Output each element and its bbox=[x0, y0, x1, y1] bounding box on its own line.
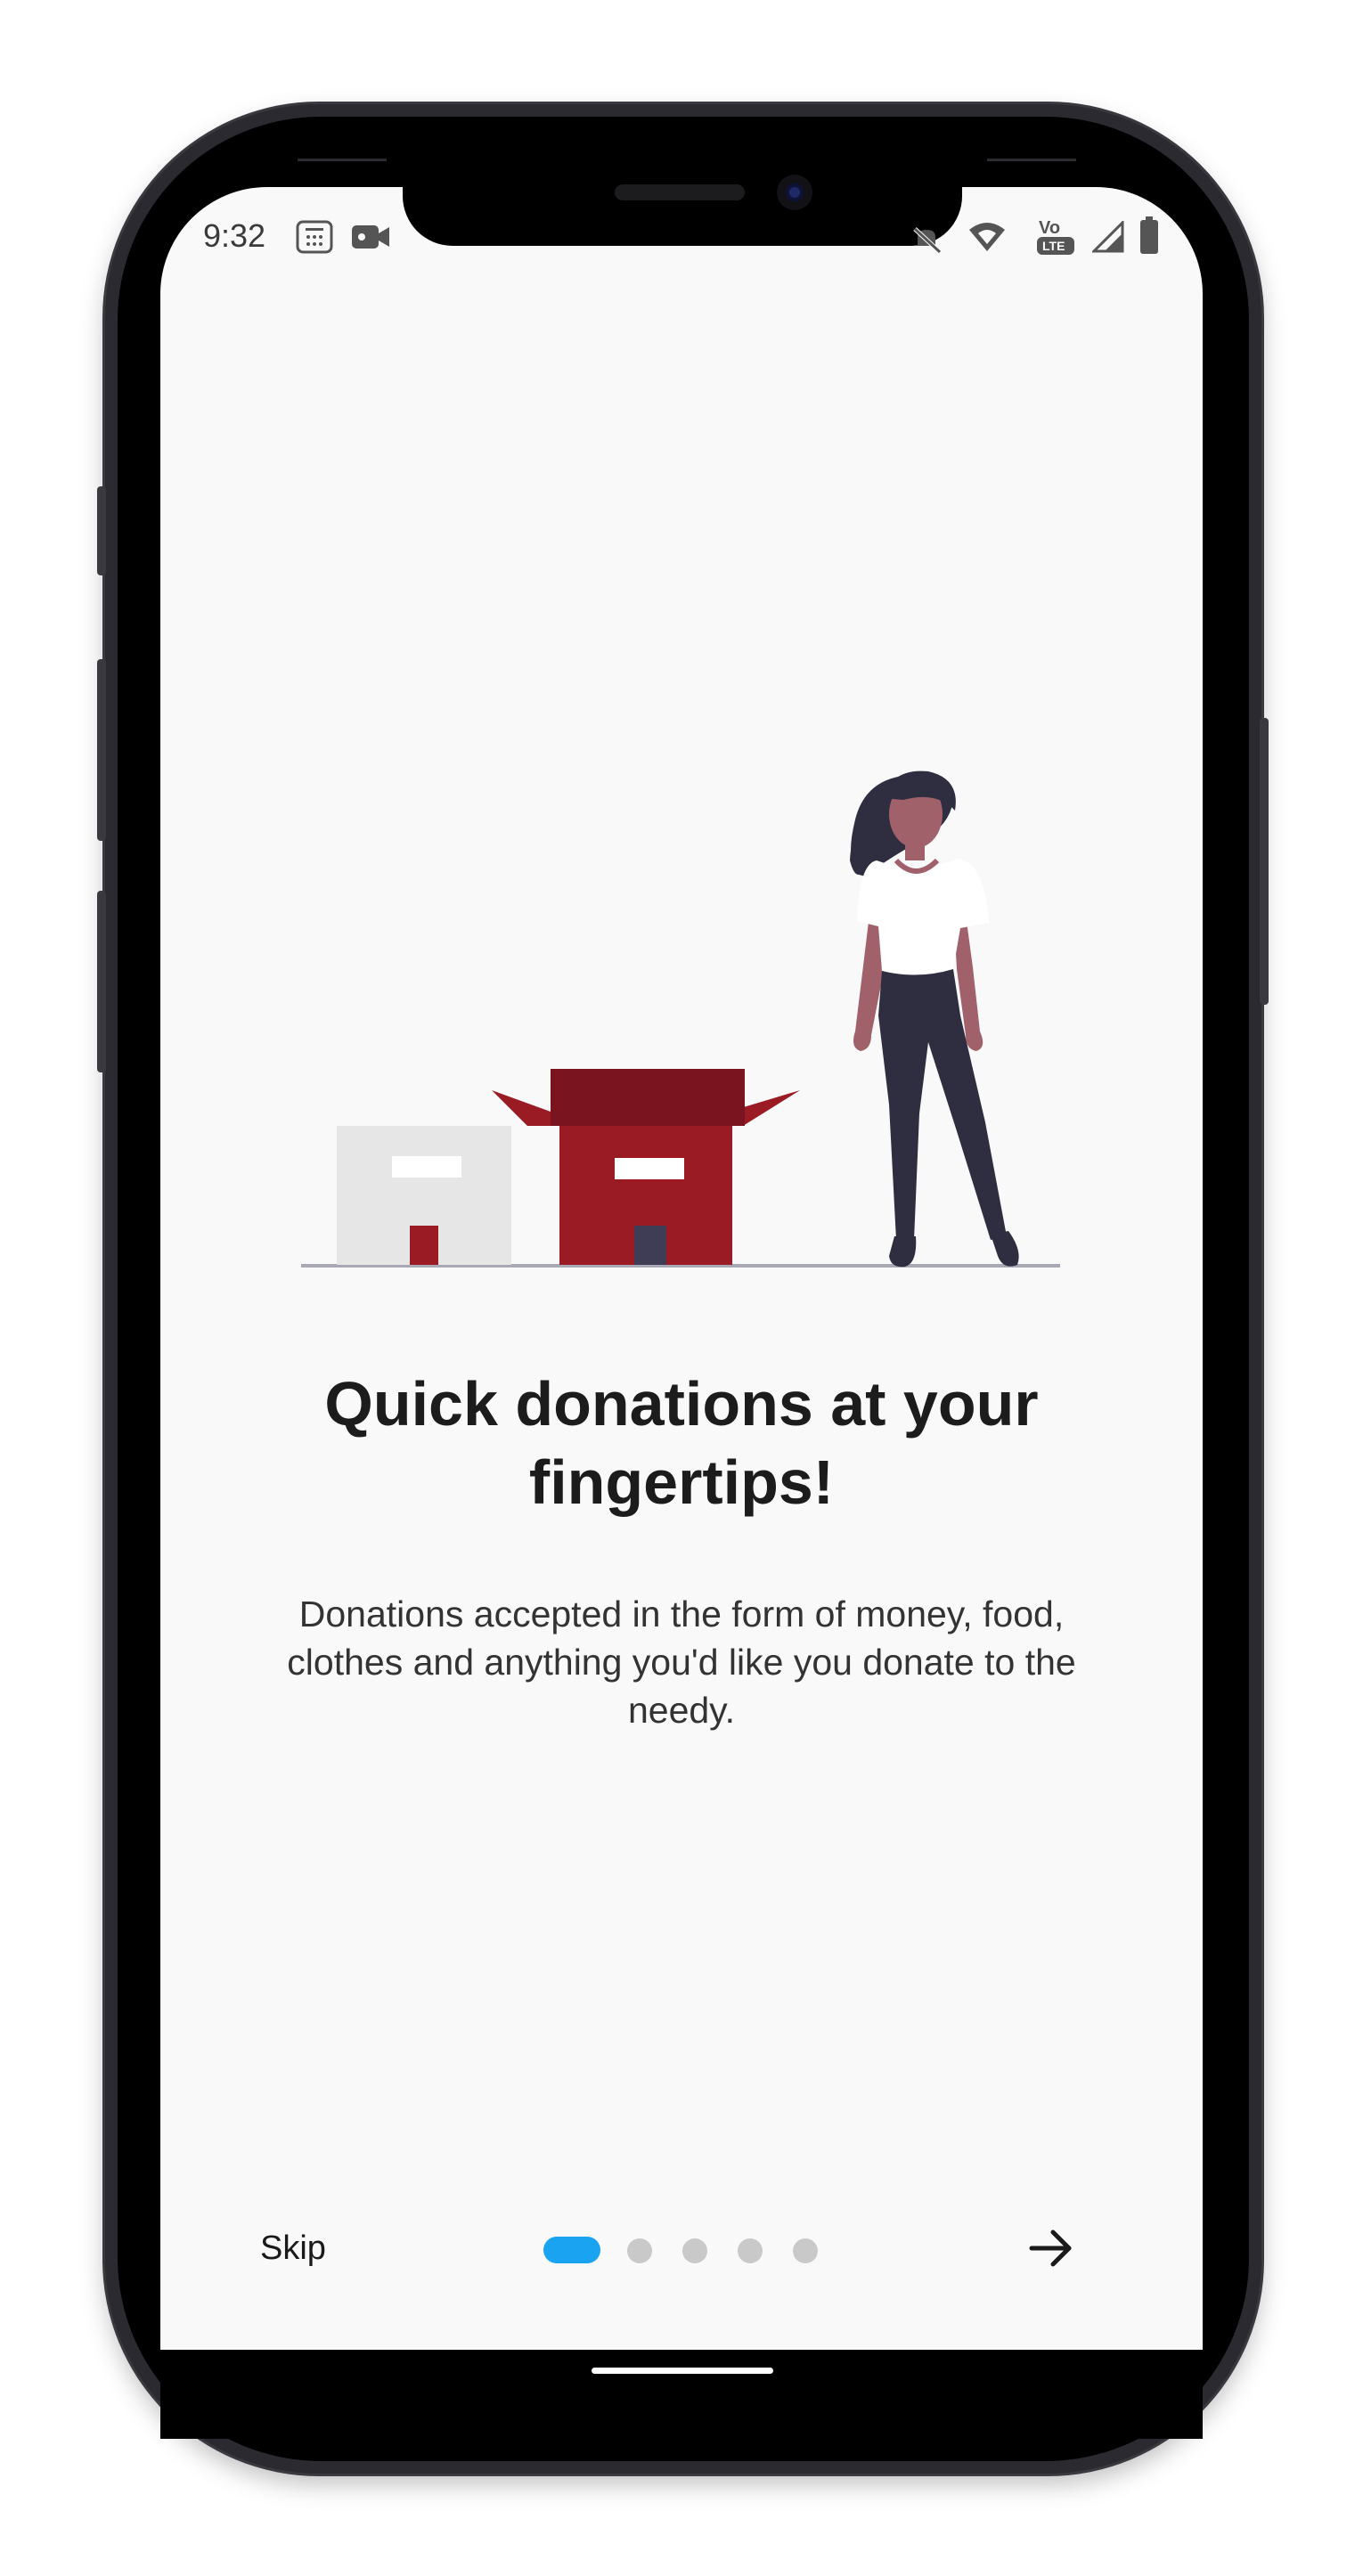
person-figure bbox=[850, 770, 1019, 1268]
notch bbox=[403, 169, 962, 246]
wifi-icon bbox=[969, 223, 1005, 251]
volume-down-button bbox=[97, 891, 106, 1072]
page-dot-2[interactable] bbox=[627, 2238, 652, 2263]
keypad-icon bbox=[296, 220, 333, 254]
page-dot-4[interactable] bbox=[738, 2238, 763, 2263]
front-camera bbox=[777, 175, 812, 210]
bezel-detail bbox=[298, 159, 387, 161]
page-dot-1[interactable] bbox=[543, 2237, 600, 2263]
skip-button[interactable]: Skip bbox=[260, 2223, 358, 2273]
donation-illustration bbox=[301, 770, 1060, 1268]
onboarding-title: Quick donations at your fingertips! bbox=[324, 1369, 1039, 1517]
page-indicator bbox=[543, 2237, 846, 2263]
next-button[interactable] bbox=[1024, 2221, 1078, 2275]
volte-label-bottom: LTE bbox=[1042, 239, 1065, 253]
power-button bbox=[1260, 718, 1269, 1005]
earpiece-speaker bbox=[615, 184, 745, 200]
home-indicator[interactable] bbox=[592, 2368, 773, 2374]
video-camera-icon bbox=[352, 225, 389, 249]
signal-icon bbox=[1092, 221, 1124, 253]
phone-mockup: 9:32 Vo LTE Quick donations at your fing… bbox=[0, 0, 1363, 2576]
action-button bbox=[97, 486, 106, 575]
volte-icon: Vo LTE bbox=[1037, 218, 1074, 255]
volte-label-top: Vo bbox=[1039, 218, 1060, 238]
page-dot-5[interactable] bbox=[793, 2238, 818, 2263]
bezel-detail bbox=[987, 159, 1076, 161]
page-dot-3[interactable] bbox=[682, 2238, 707, 2263]
grey-box bbox=[337, 1126, 511, 1265]
status-time: 9:32 bbox=[203, 217, 266, 254]
volume-up-button bbox=[97, 659, 106, 841]
mute-icon bbox=[913, 227, 942, 254]
battery-icon bbox=[1140, 216, 1158, 254]
onboarding-description: Donations accepted in the form of money,… bbox=[287, 1594, 1076, 1731]
arrow-right-icon bbox=[1029, 2230, 1072, 2267]
red-open-box bbox=[492, 1069, 800, 1265]
home-bar-area bbox=[160, 2350, 1203, 2439]
